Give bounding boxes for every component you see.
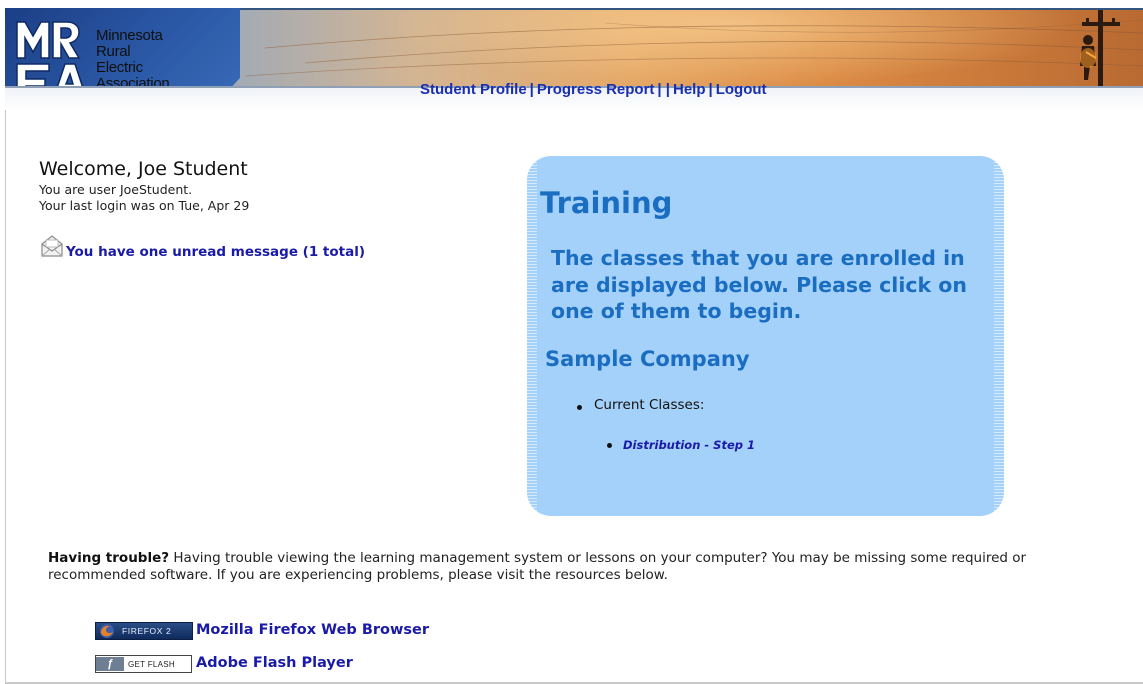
logo-line: Electric: [96, 59, 143, 76]
company-heading: Sample Company: [545, 347, 750, 371]
logo-line: Rural: [96, 43, 131, 60]
training-heading: Training: [540, 186, 673, 220]
welcome-user-line: You are user JoeStudent.: [39, 182, 193, 197]
panel-edge-decoration: [527, 156, 537, 516]
nav-student-profile[interactable]: Student Profile: [420, 81, 527, 98]
flash-icon: ƒ: [96, 657, 124, 671]
flash-player-link[interactable]: Adobe Flash Player: [196, 655, 353, 671]
firefox-badge[interactable]: FIREFOX 2: [95, 622, 193, 640]
training-intro: The classes that you are enrolled in are…: [551, 246, 967, 323]
welcome-title: Welcome, Joe Student: [39, 158, 248, 180]
nav-progress-report[interactable]: Progress Report: [537, 81, 655, 98]
page-left-border: [5, 110, 6, 684]
nav-help[interactable]: Help: [673, 81, 706, 98]
firefox-badge-text: FIREFOX 2: [122, 626, 172, 636]
welcome-login-line: Your last login was on Tue, Apr 29: [39, 198, 250, 213]
unread-message-link[interactable]: You have one unread message (1 total): [66, 244, 365, 260]
firefox-download-link[interactable]: Mozilla Firefox Web Browser: [196, 622, 429, 638]
page: Minnesota Rural Electric Association Stu…: [0, 0, 1143, 684]
trouble-text: Having trouble viewing the learning mana…: [48, 550, 1027, 583]
envelope-icon[interactable]: [39, 233, 65, 259]
nav-separator: |: [529, 81, 534, 98]
firefox-icon: [100, 624, 114, 638]
panel-edge-decoration: [994, 156, 1004, 516]
training-panel: Training The classes that you are enroll…: [527, 156, 1004, 516]
nav-logout[interactable]: Logout: [716, 81, 767, 98]
lineman-on-pole-graphic: [1080, 10, 1120, 86]
current-classes-label: Current Classes:: [594, 397, 705, 413]
class-link-distribution-step-1[interactable]: Distribution - Step 1: [623, 438, 755, 452]
trouble-notice: Having trouble? Having trouble viewing t…: [48, 550, 1128, 584]
flash-badge-text: GET FLASH: [128, 659, 176, 669]
get-flash-badge[interactable]: ƒ GET FLASH: [95, 655, 192, 673]
bullet-icon: [577, 405, 582, 410]
mrea-logo-text: Minnesota Rural Electric Association: [96, 27, 170, 92]
trouble-lead: Having trouble?: [48, 550, 170, 566]
nav-separator: | |: [657, 81, 670, 98]
top-navigation: Student Profile | Progress Report | | Help | L…: [420, 81, 767, 98]
nav-separator: |: [708, 81, 713, 98]
bullet-icon: [607, 443, 612, 448]
logo-line: Minnesota: [96, 27, 163, 44]
